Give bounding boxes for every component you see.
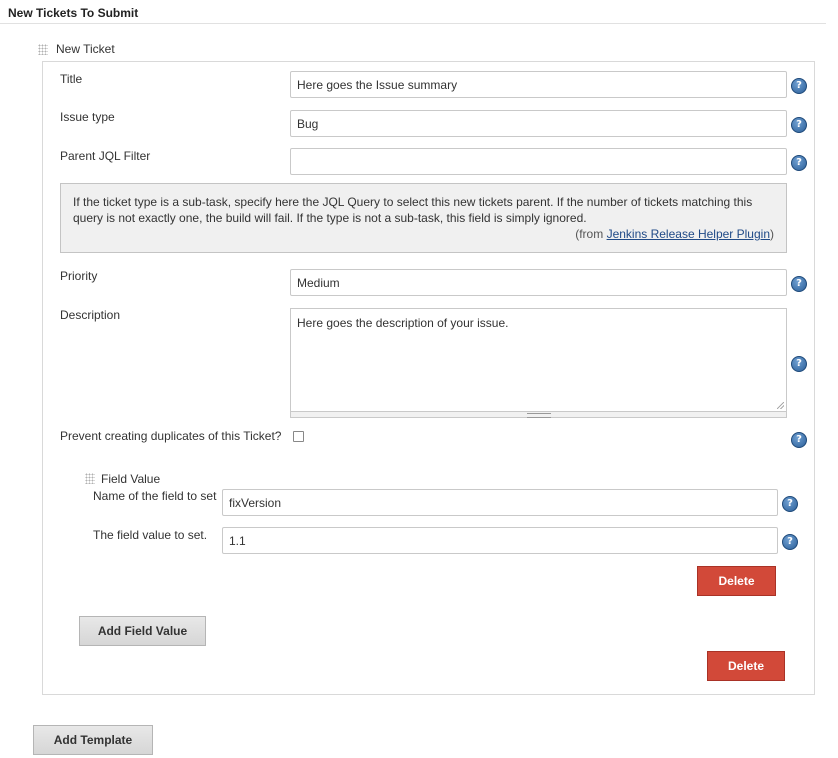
resize-corner-icon[interactable] <box>777 402 784 409</box>
drag-handle-icon[interactable] <box>38 44 48 55</box>
help-source: (from Jenkins Release Helper Plugin) <box>73 226 774 242</box>
help-text: If the ticket type is a sub-task, specif… <box>73 195 753 225</box>
question-mark-circle-icon[interactable]: ? <box>791 78 807 94</box>
prevent-duplicates-label: Prevent creating duplicates of this Tick… <box>60 429 282 443</box>
description-textarea[interactable]: Here goes the description of your issue. <box>290 308 787 412</box>
help-source-prefix: (from <box>575 227 607 241</box>
grip-icon <box>526 413 551 418</box>
description-wrapper: Here goes the description of your issue. <box>290 308 787 412</box>
title-label: Title <box>60 72 83 86</box>
priority-label: Priority <box>60 269 98 283</box>
question-mark-circle-icon[interactable]: ? <box>791 117 807 133</box>
prevent-duplicates-checkbox[interactable] <box>293 431 304 442</box>
section-divider <box>0 23 826 24</box>
ticket-header: New Ticket <box>56 42 115 56</box>
title-input[interactable] <box>290 71 787 98</box>
parent-jql-label: Parent JQL Filter <box>60 149 151 163</box>
field-value-input[interactable] <box>222 527 778 554</box>
add-template-button[interactable]: Add Template <box>33 725 153 755</box>
add-field-value-button[interactable]: Add Field Value <box>79 616 206 646</box>
priority-input[interactable] <box>290 269 787 296</box>
section-title: New Tickets To Submit <box>8 6 139 20</box>
question-mark-circle-icon[interactable]: ? <box>791 432 807 448</box>
field-name-input[interactable] <box>222 489 778 516</box>
parent-jql-input[interactable] <box>290 148 787 175</box>
plugin-link[interactable]: Jenkins Release Helper Plugin <box>607 227 770 241</box>
field-name-label: Name of the field to set <box>93 489 217 503</box>
question-mark-circle-icon[interactable]: ? <box>791 276 807 292</box>
description-label: Description <box>60 308 121 322</box>
drag-handle-icon[interactable] <box>85 473 95 484</box>
textarea-resize-bar[interactable] <box>290 412 787 418</box>
delete-ticket-button[interactable]: Delete <box>707 651 785 681</box>
parent-jql-help-panel: If the ticket type is a sub-task, specif… <box>60 183 787 253</box>
field-value-header: Field Value <box>101 472 161 486</box>
question-mark-circle-icon[interactable]: ? <box>791 155 807 171</box>
question-mark-circle-icon[interactable]: ? <box>791 356 807 372</box>
issue-type-input[interactable] <box>290 110 787 137</box>
question-mark-circle-icon[interactable]: ? <box>782 496 798 512</box>
issue-type-label: Issue type <box>60 110 115 124</box>
help-source-suffix: ) <box>770 227 774 241</box>
question-mark-circle-icon[interactable]: ? <box>782 534 798 550</box>
field-value-label: The field value to set. <box>93 528 208 542</box>
delete-field-value-button[interactable]: Delete <box>697 566 776 596</box>
